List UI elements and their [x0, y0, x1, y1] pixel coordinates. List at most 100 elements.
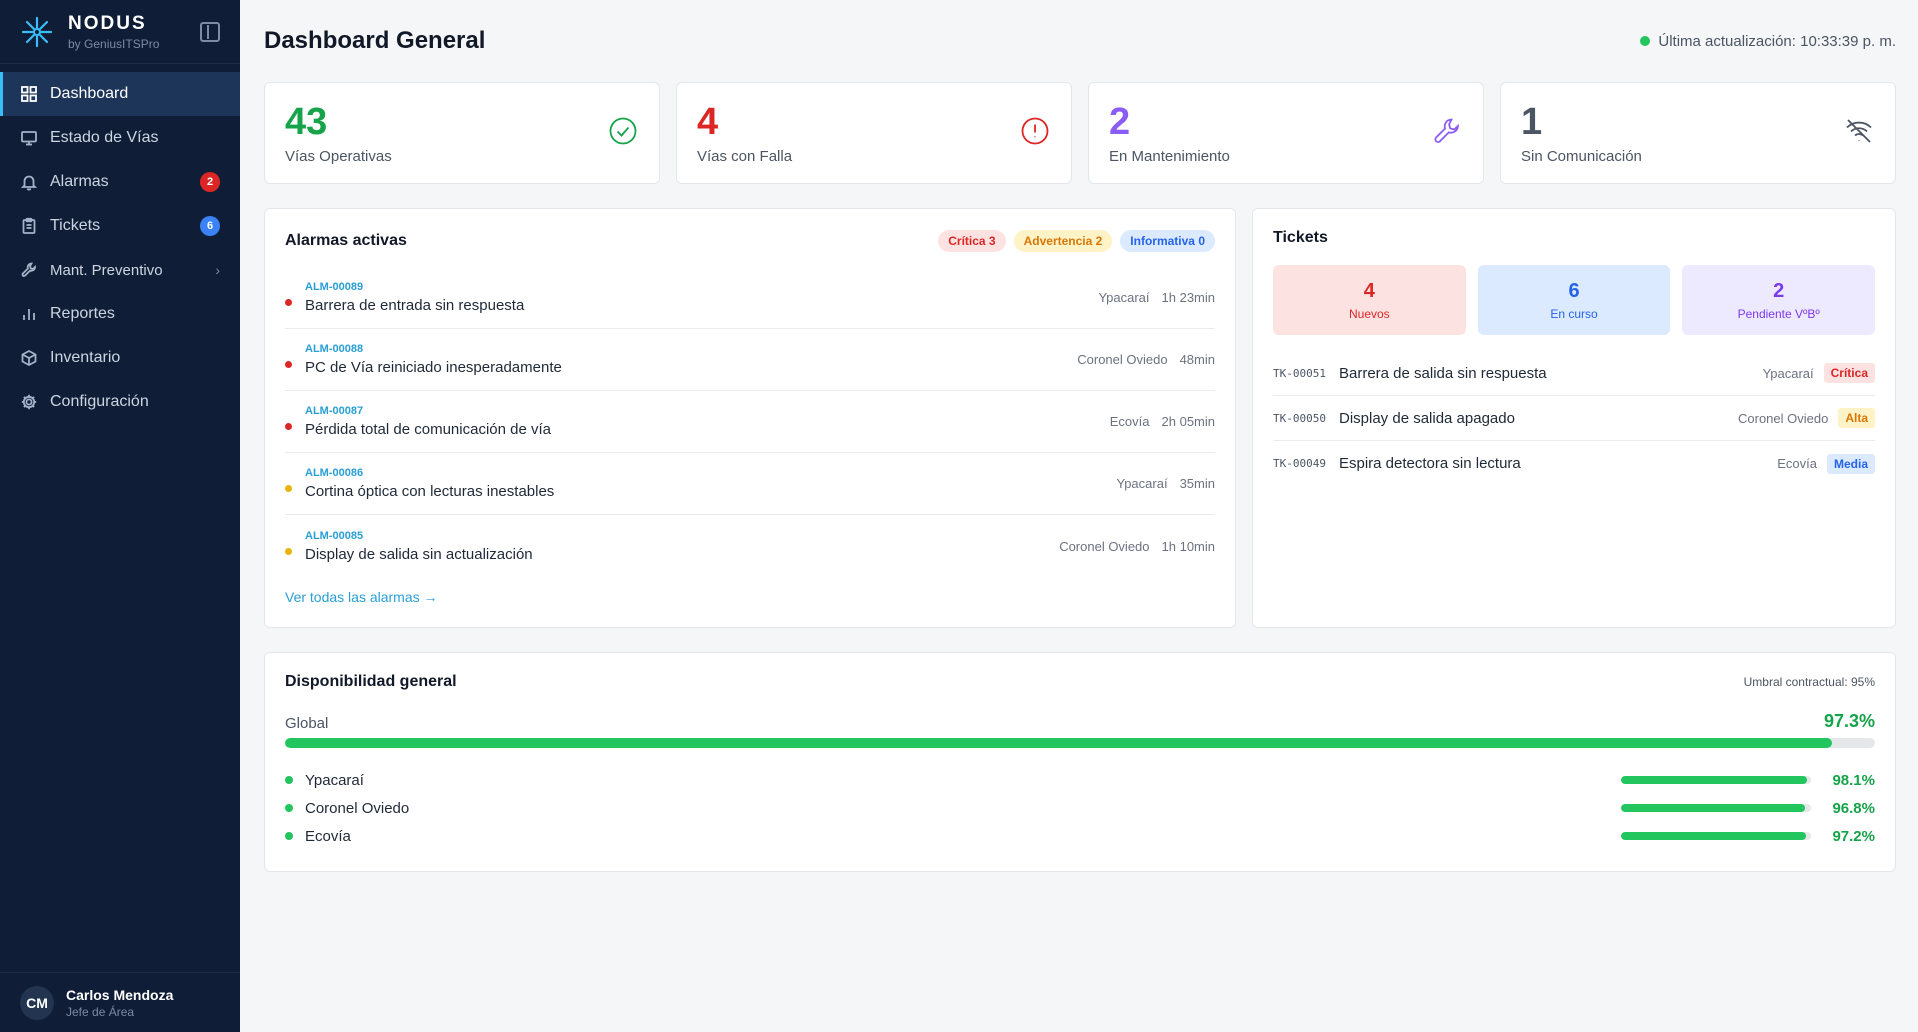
site-availability-list: Ypacaraí 98.1% Coronel Oviedo 96.8% Ecov…	[285, 766, 1875, 850]
stat-label: Vías Operativas	[285, 147, 392, 165]
alarm-location: Ypacaraí	[1098, 290, 1150, 305]
user-profile[interactable]: CM Carlos Mendoza Jefe de Área	[0, 972, 240, 1032]
global-value: 97.3%	[1823, 711, 1875, 731]
asterisk-icon	[21, 16, 53, 47]
ticket-count-badge: 6	[200, 216, 220, 236]
last-update-text: Última actualización: 10:33:39 p. m.	[1658, 32, 1896, 50]
box-icon	[20, 349, 38, 367]
priority-badge: Crítica	[1823, 363, 1875, 383]
sidebar-item-label: Estado de Vías	[50, 129, 159, 146]
ticket-summary-pendiente[interactable]: 2 Pendiente VºBº	[1682, 265, 1876, 335]
chip-advertencia[interactable]: Advertencia 2	[1013, 230, 1113, 252]
contract-threshold: Umbral contractual: 95%	[1743, 675, 1875, 689]
stat-label: En Mantenimiento	[1109, 147, 1230, 165]
alarms-title: Alarmas activas	[285, 232, 407, 249]
sidebar-item-dashboard[interactable]: Dashboard	[0, 72, 240, 116]
alarms-tickets-row: Alarmas activas Crítica 3 Advertencia 2 …	[264, 208, 1896, 628]
site-row: Coronel Oviedo 96.8%	[285, 794, 1875, 822]
brand-subtitle: by GeniusITSPro	[68, 36, 160, 51]
ticket-description: Espira detectora sin lectura	[1339, 455, 1521, 472]
check-circle-icon	[607, 115, 639, 152]
ticket-row[interactable]: TK-00050 Display de salida apagado Coron…	[1273, 396, 1875, 441]
global-label: Global	[285, 715, 329, 732]
status-dot-icon	[1640, 36, 1651, 46]
alarm-id: ALM-00087	[305, 405, 364, 417]
stat-card-mantenimiento[interactable]: 2 En Mantenimiento	[1088, 82, 1484, 184]
ticket-list: TK-00051 Barrera de salida sin respuesta…	[1273, 351, 1875, 486]
alarm-id: ALM-00086	[305, 467, 364, 479]
sidebar-item-estado-vias[interactable]: Estado de Vías	[0, 116, 240, 160]
sidebar-item-label: Tickets	[50, 217, 101, 234]
status-dot-icon	[285, 804, 293, 812]
site-row: Ecovía 97.2%	[285, 822, 1875, 850]
priority-badge: Alta	[1838, 408, 1875, 428]
brand-name: NODUS	[68, 12, 147, 34]
sidebar-item-tickets[interactable]: Tickets 6	[0, 204, 240, 248]
alarm-row[interactable]: ALM-00086 Cortina óptica con lecturas in…	[285, 453, 1215, 515]
severity-dot-icon	[285, 299, 292, 306]
site-progress-fill	[1621, 804, 1805, 812]
ticket-description: Display de salida apagado	[1339, 409, 1515, 427]
severity-dot-icon	[285, 547, 292, 555]
see-all-alarms-link[interactable]: Ver todas las alarmas →	[285, 589, 438, 605]
chip-informativa[interactable]: Informativa 0	[1120, 230, 1215, 252]
stat-value: 2	[1109, 100, 1131, 143]
chevron-right-icon: ›	[215, 262, 220, 278]
alarm-location: Coronel Oviedo	[1077, 352, 1168, 367]
stat-value: 1	[1521, 100, 1543, 143]
alarm-row[interactable]: ALM-00088 PC de Vía reiniciado inesperad…	[285, 329, 1215, 391]
global-progress-bar	[285, 738, 1875, 748]
sidebar-item-mant-preventivo[interactable]: Mant. Preventivo ›	[0, 248, 240, 292]
alarm-row[interactable]: ALM-00089 Barrera de entrada sin respues…	[285, 267, 1215, 329]
alarm-description: Cortina óptica con lecturas inestables	[305, 483, 555, 500]
ticket-row[interactable]: TK-00051 Barrera de salida sin respuesta…	[1273, 351, 1875, 396]
user-role: Jefe de Área	[66, 1004, 135, 1019]
global-progress-fill	[285, 738, 1833, 748]
ticket-id: TK-00050	[1273, 411, 1326, 425]
clipboard-icon	[20, 217, 38, 235]
chip-critica[interactable]: Crítica 3	[938, 230, 1006, 252]
ticket-summary-value: 2	[1773, 279, 1785, 302]
alarm-location: Ecovía	[1109, 414, 1150, 429]
ticket-summary-label: Pendiente VºBº	[1737, 306, 1820, 321]
stat-card-falla[interactable]: 4 Vías con Falla	[676, 82, 1072, 184]
sidebar-item-inventario[interactable]: Inventario	[0, 336, 240, 380]
site-name: Coronel Oviedo	[305, 799, 410, 817]
severity-dot-icon	[285, 361, 292, 368]
stat-card-sin-comunicacion[interactable]: 1 Sin Comunicación	[1500, 82, 1896, 184]
site-value: 96.8%	[1832, 799, 1875, 817]
gear-icon	[20, 393, 38, 411]
availability-panel: Disponibilidad general Umbral contractua…	[264, 652, 1896, 872]
alarm-location: Ypacaraí	[1116, 476, 1168, 491]
alarm-severity-chips: Crítica 3 Advertencia 2 Informativa 0	[938, 230, 1215, 252]
monitor-icon	[20, 129, 38, 147]
status-dot-icon	[285, 776, 293, 784]
last-update: Última actualización: 10:33:39 p. m.	[1640, 33, 1896, 50]
alarms-panel: Alarmas activas Crítica 3 Advertencia 2 …	[264, 208, 1236, 628]
user-name: Carlos Mendoza	[66, 986, 174, 1003]
ticket-row[interactable]: TK-00049 Espira detectora sin lectura Ec…	[1273, 441, 1875, 486]
wifi-off-icon	[1843, 115, 1875, 152]
ticket-summary-en-curso[interactable]: 6 En curso	[1477, 265, 1671, 335]
stat-card-operativas[interactable]: 43 Vías Operativas	[264, 82, 660, 184]
alarm-row[interactable]: ALM-00087 Pérdida total de comunicación …	[285, 391, 1215, 453]
alarm-row[interactable]: ALM-00085 Display de salida sin actualiz…	[285, 515, 1215, 577]
sidebar-collapse-icon[interactable]	[200, 21, 220, 42]
site-progress-bar	[1621, 804, 1811, 812]
ticket-summary: 4 Nuevos 6 En curso 2 Pendiente VºBº	[1273, 265, 1876, 335]
severity-dot-icon	[285, 423, 292, 430]
ticket-location: Ypacaraí	[1762, 365, 1814, 381]
sidebar-item-configuracion[interactable]: Configuración	[0, 380, 240, 424]
sidebar-item-alarmas[interactable]: Alarmas 2	[0, 160, 240, 204]
alarm-id: ALM-00089	[305, 281, 364, 293]
ticket-id: TK-00051	[1273, 366, 1326, 380]
sidebar-item-reportes[interactable]: Reportes	[0, 292, 240, 336]
ticket-id: TK-00049	[1273, 457, 1326, 470]
wrench-icon	[1431, 115, 1463, 152]
ticket-summary-nuevos[interactable]: 4 Nuevos	[1273, 265, 1466, 335]
alert-circle-icon	[1019, 115, 1051, 152]
site-row: Ypacaraí 98.1%	[285, 766, 1875, 794]
sidebar-item-label: Dashboard	[50, 85, 129, 102]
site-progress-fill	[1621, 832, 1806, 840]
page-header: Dashboard General Última actualización: …	[264, 0, 1896, 82]
